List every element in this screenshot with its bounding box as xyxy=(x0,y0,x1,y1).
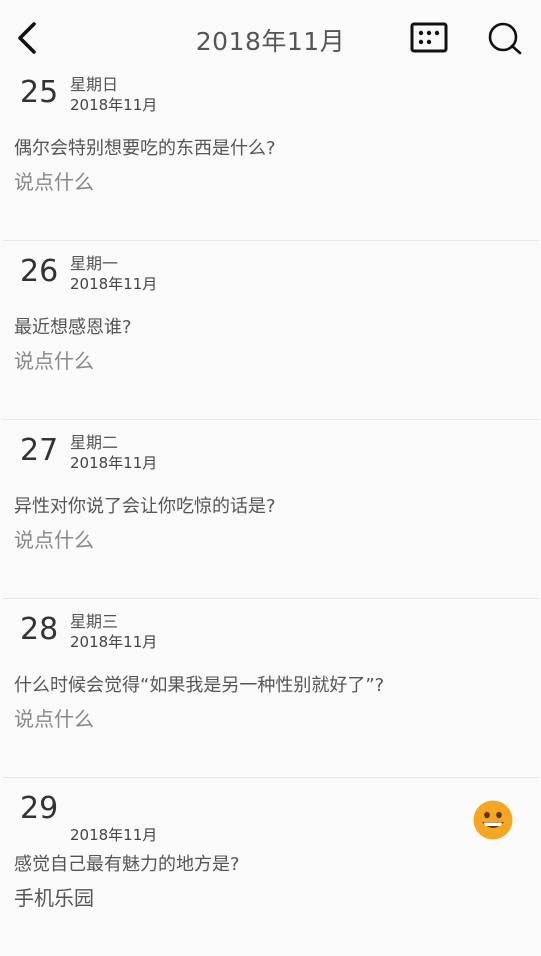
entry-question: 异性对你说了会让你吃惊的话是? xyxy=(14,496,276,517)
diary-list: 25 星期日 2018年11月 偶尔会特别想要吃的东西是什么? 说点什么 26 … xyxy=(0,62,541,956)
diary-entry[interactable]: 26 星期一 2018年11月 最近想感恩谁? 说点什么 xyxy=(3,241,539,420)
smile-emoji-icon xyxy=(473,800,513,840)
entry-day: 26 xyxy=(20,254,59,289)
diary-entry[interactable]: 25 星期日 2018年11月 偶尔会特别想要吃的东西是什么? 说点什么 xyxy=(3,62,539,241)
entry-month: 2018年11月 xyxy=(70,96,158,114)
calendar-icon xyxy=(410,22,448,53)
diary-entry[interactable]: 29 2018年11月 感觉自己最有魅力的地方是? 手机乐园 xyxy=(3,778,539,956)
entry-question: 偶尔会特别想要吃的东西是什么? xyxy=(14,138,276,159)
entry-day: 27 xyxy=(20,433,59,468)
entry-weekday: 星期三 xyxy=(70,612,119,631)
entry-reply-prompt[interactable]: 说点什么 xyxy=(14,703,94,732)
entry-reply-prompt[interactable]: 说点什么 xyxy=(14,166,94,195)
entry-question: 什么时候会觉得“如果我是另一种性别就好了”? xyxy=(14,675,385,696)
entry-weekday: 星期二 xyxy=(70,433,119,452)
entry-month: 2018年11月 xyxy=(70,633,158,651)
entry-question: 感觉自己最有魅力的地方是? xyxy=(14,854,240,875)
search-button[interactable] xyxy=(484,19,524,57)
calendar-button[interactable] xyxy=(409,20,449,56)
entry-question: 最近想感恩谁? xyxy=(14,317,132,338)
diary-entry[interactable]: 28 星期三 2018年11月 什么时候会觉得“如果我是另一种性别就好了”? 说… xyxy=(3,599,539,778)
entry-reply-prompt[interactable]: 说点什么 xyxy=(14,524,94,553)
entry-reply-prompt[interactable]: 说点什么 xyxy=(14,345,94,374)
entry-month: 2018年11月 xyxy=(70,826,158,844)
entry-reply-text[interactable]: 手机乐园 xyxy=(14,882,94,911)
entry-day: 28 xyxy=(20,612,59,647)
diary-entry[interactable]: 27 星期二 2018年11月 异性对你说了会让你吃惊的话是? 说点什么 xyxy=(3,420,539,599)
entry-month: 2018年11月 xyxy=(70,454,158,472)
entry-weekday: 星期日 xyxy=(70,75,119,94)
entry-month: 2018年11月 xyxy=(70,275,158,293)
entry-weekday: 星期一 xyxy=(70,254,119,273)
page-title: 2018年11月 xyxy=(195,27,346,56)
entry-day: 29 xyxy=(20,791,59,826)
entry-day: 25 xyxy=(20,75,59,110)
search-icon xyxy=(488,22,522,55)
